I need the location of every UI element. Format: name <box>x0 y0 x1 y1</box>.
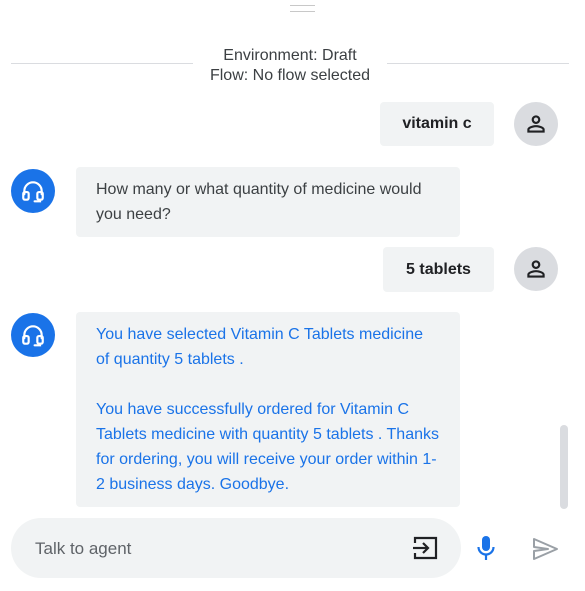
flow-label: Flow: No flow selected <box>209 67 371 84</box>
user-avatar <box>514 247 558 291</box>
agent-message-bubble: You have selected Vitamin C Tablets medi… <box>76 312 460 507</box>
talk-to-agent-input[interactable] <box>33 518 397 580</box>
agent-message-paragraph: You have selected Vitamin C Tablets medi… <box>96 326 424 368</box>
headset-icon <box>22 181 44 203</box>
agent-message-paragraph: You have successfully ordered for Vitami… <box>96 401 439 493</box>
user-message-text: 5 tablets <box>406 260 471 278</box>
chat-scrollbar[interactable] <box>560 425 568 509</box>
person-icon <box>527 115 545 133</box>
environment-label: Environment: Draft <box>223 47 357 64</box>
person-icon <box>527 260 545 278</box>
user-avatar <box>514 102 558 146</box>
user-message-bubble: 5 tablets <box>383 247 494 292</box>
exit-icon[interactable] <box>411 535 439 561</box>
user-message-bubble: vitamin c <box>380 102 494 146</box>
agent-avatar <box>11 169 55 213</box>
agent-message-bubble: How many or what quantity of medicine wo… <box>76 167 460 237</box>
drag-handle[interactable] <box>290 5 315 12</box>
agent-avatar <box>11 313 55 357</box>
mic-icon[interactable] <box>474 534 498 562</box>
message-input-bar <box>11 518 461 580</box>
user-message-text: vitamin c <box>402 115 472 132</box>
send-icon[interactable] <box>531 536 559 562</box>
session-info: Environment: Draft Flow: No flow selecte… <box>11 46 569 86</box>
session-info-divider: Environment: Draft Flow: No flow selecte… <box>11 46 569 86</box>
agent-message-text: How many or what quantity of medicine wo… <box>96 181 422 223</box>
headset-icon <box>22 325 44 347</box>
